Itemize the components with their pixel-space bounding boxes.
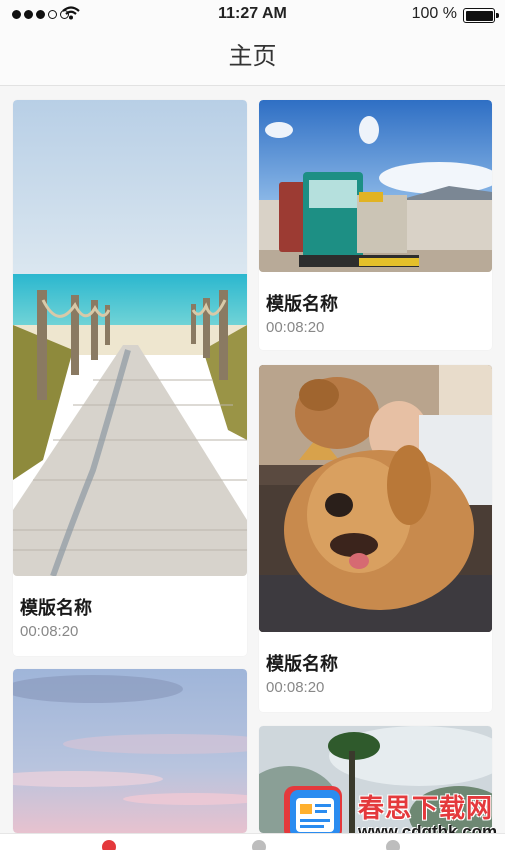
nav-bar: 主页 [0,30,505,86]
card-duration: 00:08:20 [266,319,325,336]
template-card[interactable]: 模版名称 00:08:20 [259,100,492,350]
card-duration: 00:08:20 [266,679,325,696]
card-title: 模版名称 [266,654,338,674]
battery-icon [463,8,499,23]
card-thumbnail-beach-boardwalk [13,100,247,576]
template-card[interactable] [13,669,247,833]
card-thumbnail-tourist-train [259,100,492,272]
template-card[interactable]: 模版名称 00:08:20 [13,100,247,656]
tab-home-icon[interactable] [102,840,116,850]
card-thumbnail-woman-and-dog [259,365,492,632]
watermark-name: 春思下载网 [358,793,494,823]
card-title: 模版名称 [20,598,92,618]
battery-percentage: 100 % [411,5,457,22]
template-card[interactable]: 模版名称 00:08:20 [259,365,492,712]
card-thumbnail-pink-sky [13,669,247,833]
card-title: 模版名称 [266,294,338,314]
tab-discover-icon[interactable] [252,840,266,850]
status-bar: 11:27 AM 100 % [0,0,505,30]
tab-bar [0,833,505,850]
tab-profile-icon[interactable] [386,840,400,850]
page-title: 主页 [228,43,277,70]
card-duration: 00:08:20 [20,623,79,640]
